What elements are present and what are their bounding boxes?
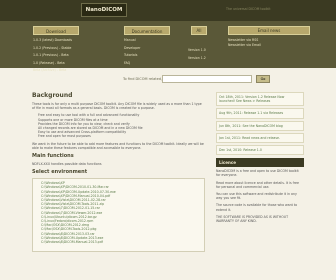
nav-sub-item[interactable]: Version 1.2 [188,56,206,61]
download-link[interactable]: C:\Windows\8\DICOM-Manual-2013.pdf [35,240,202,244]
body-paragraph: We want in the future to be able to add … [32,142,205,150]
nav-sub-item[interactable]: FAQ [124,61,170,66]
search-input[interactable] [162,75,252,83]
licence-paragraph: Read more about licence and other detail… [216,180,299,189]
nav-sub-item[interactable]: 1.0.3 (latest) Downloads [33,38,79,43]
licence-heading: Licence [216,158,304,168]
news-item[interactable]: Dec 1st, 2010: Release 1.0 [216,145,304,156]
news-item[interactable]: Aug 9th, 2011: Release 1.1 via Releases [216,108,304,119]
licence-paragraph: You can use this software and redistribu… [216,192,297,201]
nav-sub-item[interactable]: 1.0.2 (Previous) - Stable [33,46,79,51]
nav-sub-item[interactable]: Version 1.0 [188,48,206,53]
nav-column-documentation: Documentation Manual Developer Tutorials… [124,26,170,65]
nav-sub-item[interactable]: Manual [124,38,170,43]
licence-paragraph: The source code is available for those w… [216,203,298,212]
nav-sub-item[interactable]: Newsletter via RSS [228,38,261,43]
news-link[interactable]: Jun 8th, 2011: See the NanoDICOM blog [219,124,283,128]
news-link[interactable]: Oct 18th, 2011: Version 1.2 Release Now … [219,95,284,103]
top-header-bar: NanoDICOM The universal DICOM toolkit [0,0,336,21]
news-item[interactable]: Oct 18th, 2011: Version 1.2 Release Now … [216,92,304,107]
sidebar: Oct 18th, 2011: Version 1.2 Release Now … [216,92,304,226]
nav-right-subitems: Newsletter via RSS Newsletter via Email [228,38,261,47]
news-link[interactable]: Aug 9th, 2011: Release 1.1 via Releases [219,111,283,115]
main-functions-heading: Main functions [32,153,74,160]
select-environment-heading: Select environment [32,169,88,176]
feature-list: Free and easy to use tool with a full an… [32,113,205,138]
news-item[interactable]: Jan 1st, 2011: Read news and release. [216,132,304,144]
main-functions-text: NDFLX-XXX handles possible data function… [32,162,102,167]
main-content: Background These tools is for only a mul… [32,92,205,253]
licence-paragraph: NanoDICOM is a free and open to use DICO… [216,169,299,178]
feature-item: Free and open for most purposes [38,134,91,139]
background-heading: Background [32,92,73,99]
news-link[interactable]: Dec 1st, 2010: Release 1.0 [219,148,262,152]
nav-sub-item[interactable]: Developer [124,46,170,51]
site-tagline: The universal DICOM toolkit [226,7,271,11]
nav-sub-item[interactable]: 1.0.1 (Previous) - Beta [33,53,79,58]
nav-button-download[interactable]: Download [33,26,79,35]
nav-column-download: Download 1.0.3 (latest) Downloads 1.0.2 … [33,26,79,73]
intro-paragraph: These tools is for only a multi purpose … [32,102,205,110]
nav-button-email-news[interactable]: Email news [228,26,310,35]
navigation-band: Download 1.0.3 (latest) Downloads 1.0.2 … [0,21,336,72]
news-item[interactable]: Jun 8th, 2011: See the NanoDICOM blog [216,120,304,131]
nav-sub-item[interactable]: 1.0 (Release) - Beta [33,61,79,66]
site-logo[interactable]: NanoDICOM [81,3,127,17]
nav-button-version[interactable]: All [191,26,207,35]
search-button[interactable]: Go [256,75,270,83]
search-row: To find DICOM related, possible search t… [0,72,336,86]
nav-button-documentation[interactable]: Documentation [124,26,170,35]
download-list-box: C:\Windows\XP C:\Windows\XP\DICOM-2010-0… [32,178,205,253]
news-link[interactable]: Jan 1st, 2011: Read news and release. [219,136,280,140]
nav-sub-item[interactable]: Newsletter via Email [228,43,261,48]
licence-paragraph: THE SOFTWARE IS PROVIDED AS IS WITHOUT W… [216,214,289,224]
nav-sub-item[interactable]: Tutorials [124,53,170,58]
